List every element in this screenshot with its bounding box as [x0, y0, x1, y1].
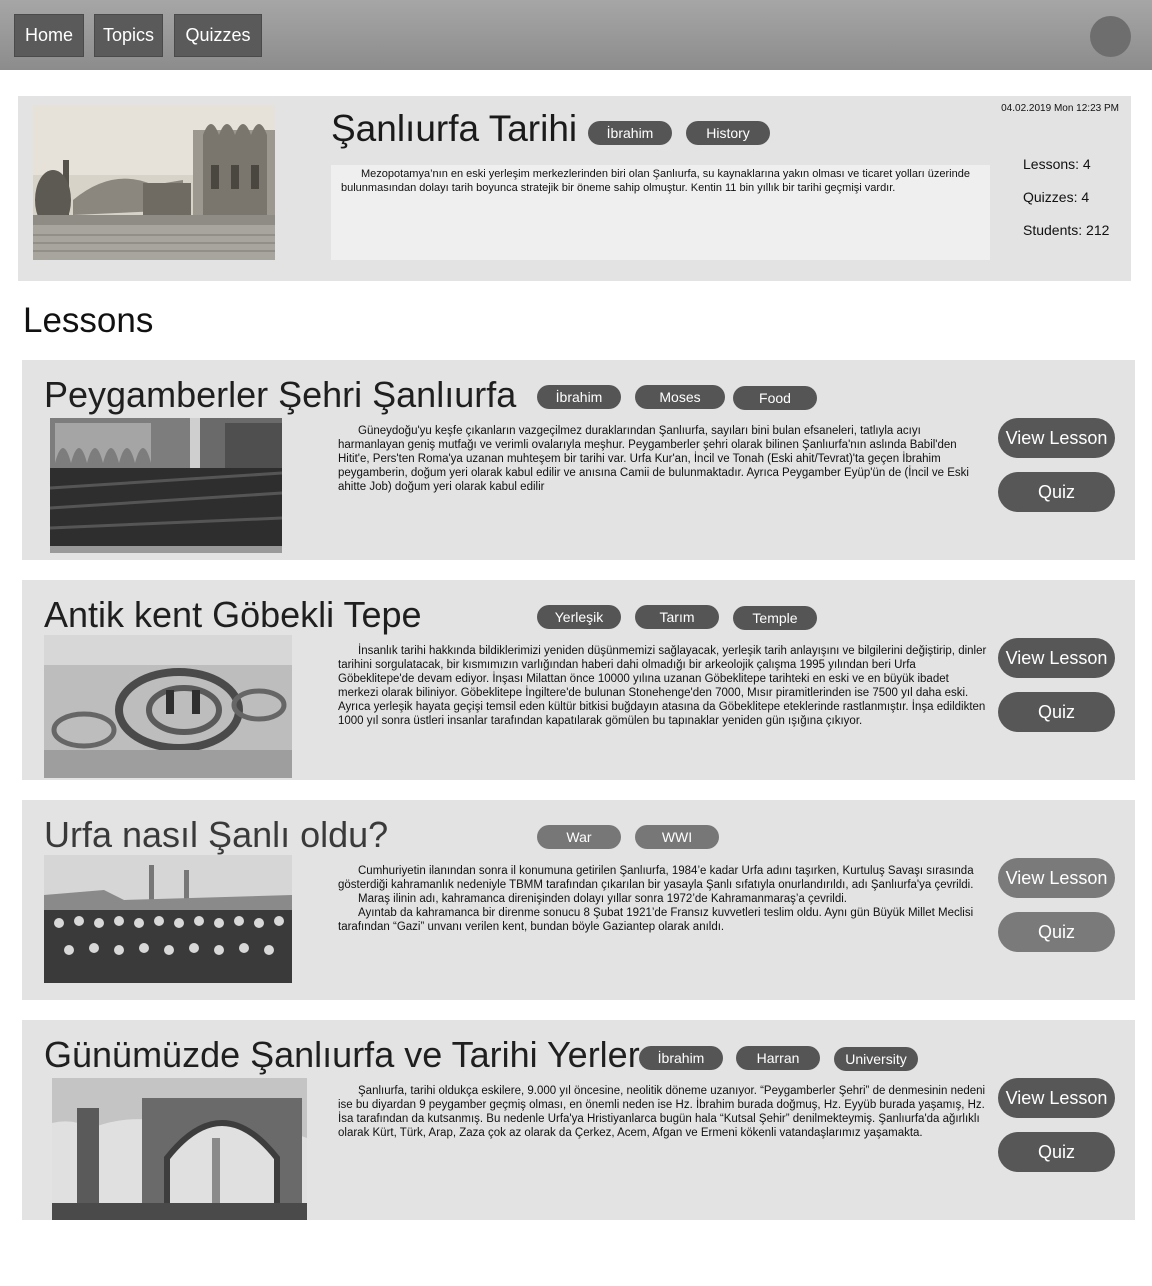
stat-quizzes: Quizzes: 4 — [1023, 189, 1090, 205]
lesson-paragraph: Maraş ilinin adı, kahramanca direnişinde… — [358, 893, 847, 905]
nav-quizzes-button[interactable]: Quizzes — [174, 14, 262, 57]
view-lesson-button[interactable]: View Lesson — [998, 638, 1115, 678]
lesson-title: Antik kent Göbekli Tepe — [44, 594, 422, 635]
stat-students: Students: 212 — [1023, 222, 1110, 238]
lesson-description: Şanlıurfa, tarihi oldukça eskilere, 9.00… — [338, 1084, 990, 1140]
topic-header: Şanlıurfa Tarihi İbrahim History 04.02.2… — [18, 96, 1131, 281]
lesson-card: Peygamberler Şehri Şanlıurfa İbrahim Mos… — [22, 360, 1135, 560]
topic-image — [33, 105, 275, 260]
lesson-paragraph: İnsanlık tarihi hakkında bildiklerimizi … — [338, 645, 987, 727]
view-lesson-button[interactable]: View Lesson — [998, 1078, 1115, 1118]
lesson-image — [44, 855, 292, 983]
lesson-tag[interactable]: Harran — [736, 1046, 820, 1070]
nav-home-button[interactable]: Home — [14, 14, 84, 57]
lesson-tag[interactable]: WWI — [635, 825, 719, 849]
stat-lessons: Lessons: 4 — [1023, 156, 1091, 172]
lesson-description: Cumhuriyetin ilanından sonra il konumuna… — [338, 864, 990, 934]
lesson-image — [50, 418, 282, 553]
quiz-button[interactable]: Quiz — [998, 692, 1115, 732]
lesson-title: Urfa nasıl Şanlı oldu? — [44, 814, 389, 855]
view-lesson-button[interactable]: View Lesson — [998, 418, 1115, 458]
lesson-paragraph: Güneydoğu'yu keşfe çıkanların vazgeçilme… — [338, 425, 969, 493]
topic-description: Mezopotamya’nın en eski yerleşim merkezl… — [331, 165, 990, 260]
lesson-description: İnsanlık tarihi hakkında bildiklerimizi … — [338, 644, 990, 728]
lesson-image — [52, 1078, 307, 1220]
lesson-tag[interactable]: Tarım — [635, 605, 719, 629]
quiz-button[interactable]: Quiz — [998, 912, 1115, 952]
lesson-card: Urfa nasıl Şanlı oldu? War WWI Cumhuriye… — [22, 800, 1135, 1000]
lesson-title: Peygamberler Şehri Şanlıurfa — [44, 374, 517, 415]
lesson-tag[interactable]: Moses — [635, 385, 725, 409]
lesson-tag[interactable]: Food — [733, 386, 817, 410]
topic-title: Şanlıurfa Tarihi — [331, 108, 578, 149]
lesson-tag[interactable]: Temple — [733, 606, 817, 630]
avatar[interactable] — [1090, 16, 1131, 57]
view-lesson-button[interactable]: View Lesson — [998, 858, 1115, 898]
lesson-tag[interactable]: Yerleşik — [537, 605, 621, 629]
lesson-tag[interactable]: University — [834, 1047, 918, 1071]
topic-tag-ibrahim[interactable]: İbrahim — [588, 121, 672, 145]
nav-topics-button[interactable]: Topics — [94, 14, 163, 57]
quiz-button[interactable]: Quiz — [998, 1132, 1115, 1172]
lesson-tag[interactable]: İbrahim — [537, 385, 621, 409]
topic-date: 04.02.2019 Mon 12:23 PM — [1001, 103, 1119, 114]
lesson-paragraph: Şanlıurfa, tarihi oldukça eskilere, 9.00… — [338, 1085, 986, 1139]
lesson-title: Günümüzde Şanlıurfa ve Tarihi Yerler — [44, 1034, 640, 1075]
lesson-card: Antik kent Göbekli Tepe Yerleşik Tarım T… — [22, 580, 1135, 780]
topic-tag-history[interactable]: History — [686, 121, 770, 145]
quiz-button[interactable]: Quiz — [998, 472, 1115, 512]
lesson-paragraph: Ayıntab da kahramanca bir direnme sonucu… — [338, 907, 974, 933]
lesson-tag[interactable]: İbrahim — [639, 1046, 723, 1070]
lesson-tag[interactable]: War — [537, 825, 621, 849]
lesson-paragraph: Cumhuriyetin ilanından sonra il konumuna… — [338, 865, 974, 891]
top-nav: Home Topics Quizzes — [0, 0, 1152, 70]
lesson-card: Günümüzde Şanlıurfa ve Tarihi Yerler İbr… — [22, 1020, 1135, 1220]
lessons-heading: Lessons — [23, 301, 154, 340]
lesson-image — [44, 635, 292, 778]
lesson-description: Güneydoğu'yu keşfe çıkanların vazgeçilme… — [338, 424, 990, 494]
